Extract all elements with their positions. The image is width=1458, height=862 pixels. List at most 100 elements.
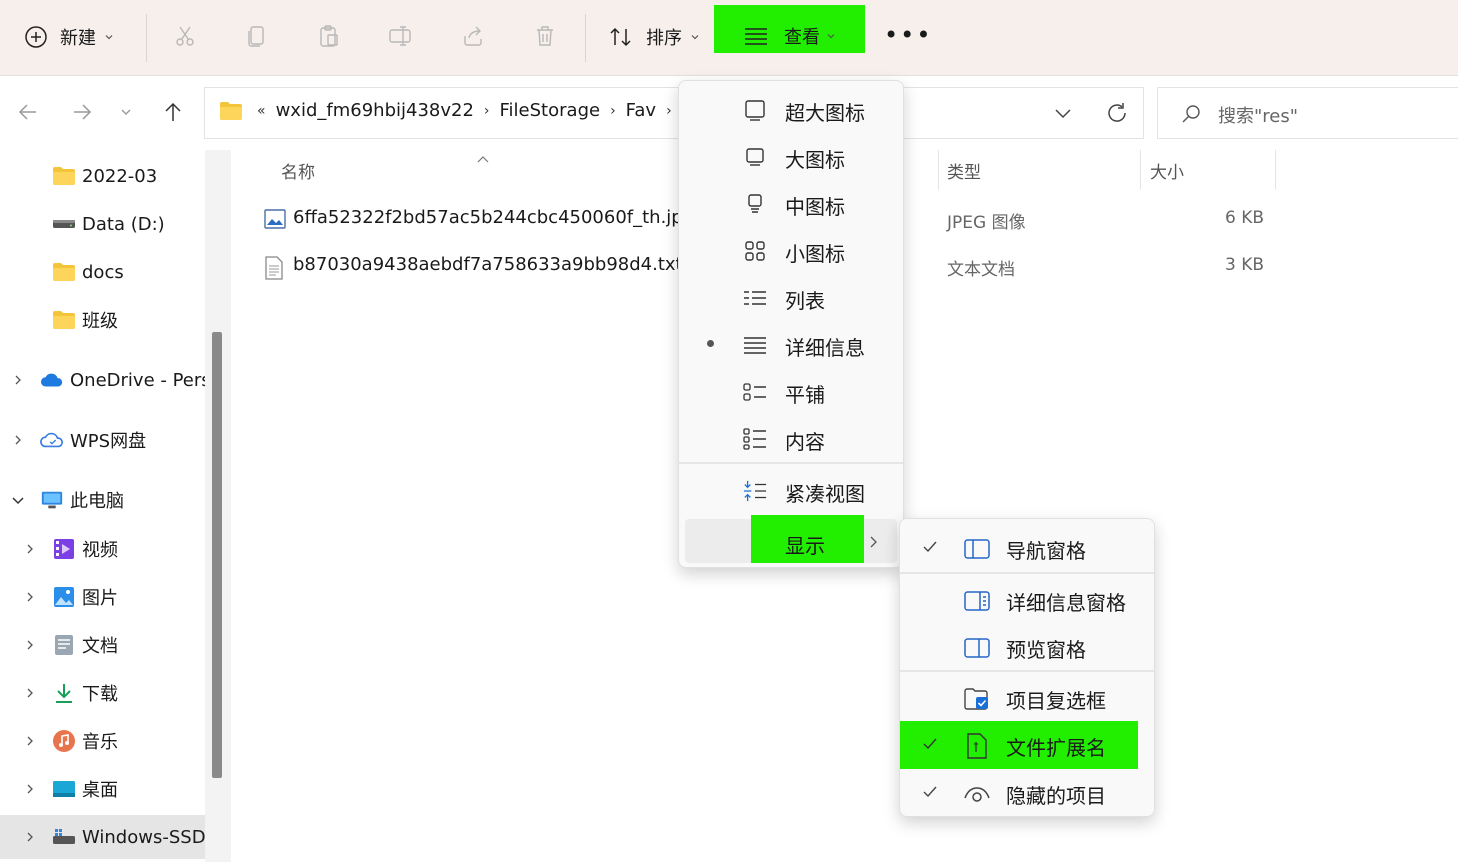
- view-lines-icon: [745, 28, 767, 45]
- new-button[interactable]: 新建: [24, 17, 114, 57]
- menu-item-details[interactable]: 详细信息: [679, 321, 903, 367]
- menu-item-small-icons[interactable]: 小图标: [679, 227, 903, 273]
- rename-button[interactable]: [387, 22, 415, 50]
- text-file-icon: [264, 256, 284, 285]
- menu-item-label: 详细信息窗格: [1006, 591, 1126, 615]
- breadcrumb-item[interactable]: Fav: [626, 100, 656, 121]
- breadcrumb-overflow[interactable]: «: [257, 103, 266, 119]
- menu-item-label: 详细信息: [785, 336, 865, 360]
- chevron-right-icon[interactable]: [22, 637, 38, 653]
- copy-button[interactable]: [243, 22, 271, 50]
- menu-item-tiles[interactable]: 平铺: [679, 368, 903, 414]
- sidebar-item-downloads[interactable]: 下载: [0, 671, 205, 715]
- menu-item-label: 内容: [785, 430, 825, 454]
- menu-divider: [679, 462, 903, 464]
- column-header-size[interactable]: 大小: [1150, 158, 1184, 183]
- menu-item-content[interactable]: 内容: [679, 415, 903, 461]
- column-header-type[interactable]: 类型: [947, 158, 981, 183]
- view-menu: 超大图标 大图标 中图标 小图标 列表 详细信息 平铺 内容 紧凑视图 显示: [678, 80, 904, 568]
- sidebar-item-desktop[interactable]: 桌面: [0, 767, 205, 811]
- menu-item-details-pane[interactable]: 详细信息窗格: [900, 576, 1154, 622]
- sidebar-item-pictures[interactable]: 图片: [0, 575, 205, 619]
- search-box[interactable]: 搜索"res": [1157, 87, 1458, 139]
- sidebar-item-class[interactable]: 班级: [0, 298, 205, 342]
- rename-icon: [389, 26, 411, 46]
- chevron-right-icon[interactable]: [10, 432, 26, 448]
- chevron-down-icon[interactable]: [10, 492, 26, 508]
- breadcrumb-separator[interactable]: ›: [610, 103, 616, 119]
- chevron-right-icon[interactable]: [22, 541, 38, 557]
- onedrive-icon: [40, 368, 64, 392]
- chevron-right-icon[interactable]: [22, 733, 38, 749]
- navigation-pane-icon: [964, 536, 990, 562]
- sidebar-item-windows-ssd[interactable]: Windows-SSD: [0, 815, 205, 859]
- column-header-name[interactable]: 名称: [281, 158, 315, 183]
- sidebar-item-data-drive[interactable]: Data (D:): [0, 202, 205, 246]
- chevron-right-icon[interactable]: [22, 829, 38, 845]
- column-divider[interactable]: [1275, 150, 1276, 190]
- chevron-right-icon[interactable]: [22, 589, 38, 605]
- menu-item-compact-view[interactable]: 紧凑视图: [679, 467, 903, 513]
- sidebar-item-documents[interactable]: 文档: [0, 623, 205, 667]
- view-button[interactable]: 查看: [714, 5, 865, 53]
- address-bar[interactable]: « wxid_fm69hbij438v22 › FileStorage › Fa…: [204, 87, 1144, 139]
- chevron-down-icon: [1055, 109, 1071, 119]
- checkmark-icon: [922, 735, 938, 756]
- breadcrumb-separator[interactable]: ›: [666, 103, 672, 119]
- menu-item-label: 中图标: [785, 195, 845, 219]
- view-button-label: 查看: [784, 27, 820, 48]
- breadcrumb-separator[interactable]: ›: [484, 103, 490, 119]
- breadcrumb-item[interactable]: wxid_fm69hbij438v22: [276, 100, 474, 121]
- menu-item-medium-icons[interactable]: 中图标: [679, 180, 903, 226]
- menu-item-navigation-pane[interactable]: 导航窗格: [900, 524, 1154, 570]
- menu-item-extra-large-icons[interactable]: 超大图标: [679, 86, 903, 132]
- menu-item-label: 导航窗格: [1006, 539, 1086, 563]
- share-button[interactable]: [459, 22, 487, 50]
- refresh-icon: [1108, 103, 1126, 122]
- chevron-right-icon[interactable]: [10, 372, 26, 388]
- sidebar-item-videos[interactable]: 视频: [0, 527, 205, 571]
- delete-button[interactable]: [531, 22, 559, 50]
- menu-item-large-icons[interactable]: 大图标: [679, 133, 903, 179]
- menu-item-hidden-items[interactable]: 隐藏的项目: [900, 769, 1154, 815]
- checkmark-icon: [922, 538, 938, 559]
- breadcrumb-item[interactable]: FileStorage: [500, 100, 601, 121]
- chevron-right-icon[interactable]: [22, 685, 38, 701]
- menu-item-file-extensions[interactable]: 文件扩展名: [900, 721, 1138, 769]
- sidebar-item-docs[interactable]: docs: [0, 250, 205, 294]
- refresh-button[interactable]: [1104, 100, 1130, 131]
- address-history-button[interactable]: [1052, 102, 1074, 129]
- back-button[interactable]: [14, 98, 42, 126]
- sidebar-item-wps[interactable]: WPS网盘: [0, 418, 205, 462]
- menu-item-list[interactable]: 列表: [679, 274, 903, 320]
- menu-item-preview-pane[interactable]: 预览窗格: [900, 623, 1154, 669]
- chevron-down-icon: [827, 34, 835, 39]
- column-divider[interactable]: [938, 150, 939, 190]
- up-button[interactable]: [159, 98, 187, 126]
- sidebar-item-label: Data (D:): [82, 213, 165, 235]
- paste-button[interactable]: [315, 22, 343, 50]
- file-extension-icon: [964, 733, 990, 759]
- sidebar-item-2022-03[interactable]: 2022-03: [0, 154, 205, 198]
- cut-button[interactable]: [171, 22, 199, 50]
- recent-locations-button[interactable]: [112, 98, 140, 126]
- chevron-right-icon[interactable]: [22, 781, 38, 797]
- chevron-down-icon: [121, 109, 131, 115]
- sidebar-item-this-pc[interactable]: 此电脑: [0, 478, 205, 522]
- sidebar-scrollbar-thumb[interactable]: [212, 332, 222, 778]
- documents-icon: [52, 633, 76, 657]
- toolbar-divider: [585, 14, 586, 62]
- folder-icon: [52, 164, 76, 188]
- large-icons-icon: [743, 145, 767, 169]
- item-checkbox-icon: [964, 686, 990, 712]
- sidebar-item-music[interactable]: 音乐: [0, 719, 205, 763]
- sidebar-item-label: 班级: [82, 311, 118, 332]
- sidebar-item-onedrive[interactable]: OneDrive - Pers: [0, 358, 205, 402]
- sort-button[interactable]: 排序: [608, 17, 700, 57]
- column-divider[interactable]: [1140, 150, 1141, 190]
- sidebar-item-label: 文档: [82, 636, 118, 657]
- forward-button[interactable]: [68, 98, 96, 126]
- more-options-button[interactable]: •••: [884, 23, 932, 47]
- menu-item-item-checkboxes[interactable]: 项目复选框: [900, 674, 1154, 720]
- desktop-icon: [52, 777, 76, 801]
